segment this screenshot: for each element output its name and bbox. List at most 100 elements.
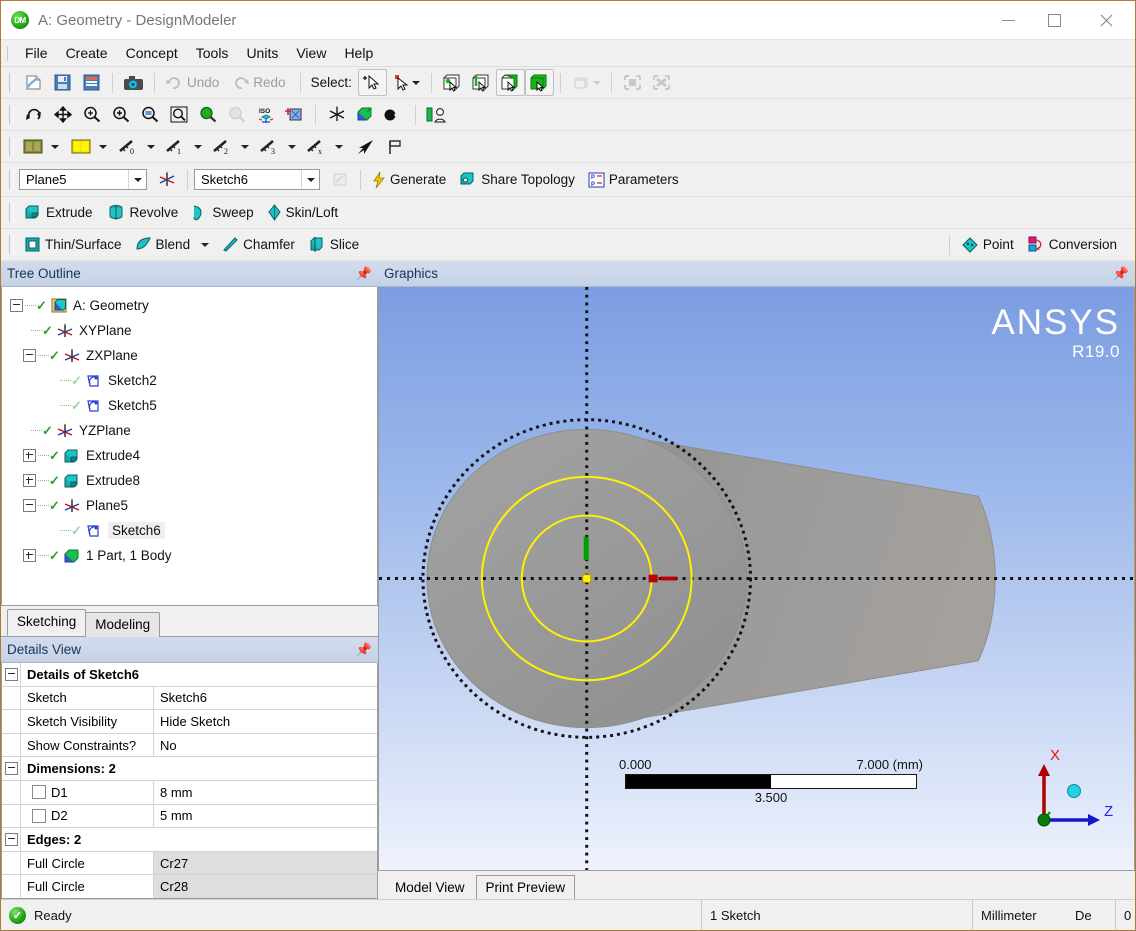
look-at-icon[interactable] <box>280 101 309 128</box>
details-row-show-constraints[interactable]: Show Constraints? No <box>2 734 377 758</box>
cross-section-icon[interactable] <box>422 101 451 128</box>
conversion-button[interactable]: Conversion <box>1022 233 1125 256</box>
maximize-button[interactable] <box>1031 1 1077 39</box>
details-group-dimensions[interactable]: Dimensions: 2 <box>2 757 377 781</box>
extend-selection-icon[interactable] <box>567 69 596 96</box>
menu-units[interactable]: Units <box>237 42 287 64</box>
menu-concept[interactable]: Concept <box>117 42 187 64</box>
minimize-button[interactable] <box>985 1 1031 39</box>
group-toggle[interactable] <box>2 663 21 686</box>
tree-toggle-icon[interactable] <box>23 549 36 562</box>
magnifier-grey-icon[interactable] <box>222 101 251 128</box>
toolbar-grip[interactable] <box>9 73 14 92</box>
tab-print-preview[interactable]: Print Preview <box>476 875 576 899</box>
group-toggle-edges[interactable] <box>2 828 21 851</box>
tree-toggle-icon[interactable] <box>23 449 36 462</box>
menu-file[interactable]: File <box>16 42 57 64</box>
details-value[interactable]: No <box>154 734 377 757</box>
undo-button[interactable]: Undo <box>161 72 227 93</box>
tree-item-sketch5[interactable]: ✓ Sketch5 <box>2 393 377 418</box>
tree-toggle-icon[interactable] <box>23 499 36 512</box>
skin-loft-button[interactable]: Skin/Loft <box>262 201 347 224</box>
select-body-icon[interactable] <box>525 69 554 96</box>
ruler-0-icon[interactable]: 0 <box>115 133 144 160</box>
share-topology-button[interactable]: Share Topology <box>454 168 583 191</box>
revolve-button[interactable]: Revolve <box>101 201 187 224</box>
zoom-in-icon[interactable] <box>106 101 135 128</box>
tab-modeling[interactable]: Modeling <box>85 612 160 637</box>
details-row-d1[interactable]: D1 8 mm <box>2 781 377 805</box>
plane-select[interactable]: Plane5 <box>19 169 147 190</box>
select-single-icon[interactable] <box>358 69 387 96</box>
toolbar-grip-view[interactable] <box>9 105 14 124</box>
tab-model-view[interactable]: Model View <box>386 876 474 899</box>
details-value[interactable]: Cr28 <box>154 875 377 898</box>
zoom-to-fit-icon[interactable] <box>164 101 193 128</box>
chevron-down-icon-2[interactable] <box>301 170 319 189</box>
details-group-header[interactable]: Details of Sketch6 <box>2 663 377 687</box>
rotate-icon[interactable] <box>19 101 48 128</box>
group-toggle-dimensions[interactable] <box>2 757 21 780</box>
tree-outline[interactable]: ✓ A: Geometry ✓ XYPlane <box>1 287 378 606</box>
point-button[interactable]: Point <box>956 233 1022 256</box>
new-icon[interactable] <box>19 69 48 96</box>
chamfer-button[interactable]: Chamfer <box>217 233 303 256</box>
graphics-viewport[interactable]: ANSYS R19.0 0.000 7.000 (mm) 3.500 <box>378 287 1135 871</box>
select-mode-dropdown-icon[interactable] <box>387 69 416 96</box>
tree-item-sketch6[interactable]: ✓ Sketch6 <box>2 518 377 543</box>
thin-surface-button[interactable]: Thin/Surface <box>19 233 130 256</box>
redo-button[interactable]: Redo <box>227 72 293 93</box>
pin-icon[interactable]: 📌 <box>356 266 372 282</box>
select-edge-icon[interactable] <box>467 69 496 96</box>
tree-item-extrude8[interactable]: ✓ Extrude8 <box>2 468 377 493</box>
display-plane-yellow-icon[interactable] <box>67 133 96 160</box>
ruler-2-icon[interactable]: 2 <box>209 133 238 160</box>
details-value-d2[interactable]: 5 mm <box>154 805 377 828</box>
pan-icon[interactable] <box>48 101 77 128</box>
menu-help[interactable]: Help <box>335 42 382 64</box>
tree-toggle-icon[interactable] <box>23 474 36 487</box>
pin-icon-graphics[interactable]: 📌 <box>1113 266 1129 282</box>
select-face-icon[interactable] <box>496 69 525 96</box>
sketch-origin-marker[interactable] <box>583 575 591 583</box>
ruler-3-icon[interactable]: 3 <box>256 133 285 160</box>
details-value[interactable]: Cr27 <box>154 852 377 875</box>
details-row-sketch[interactable]: Sketch Sketch6 <box>2 687 377 711</box>
toolbar-grip-planes[interactable] <box>9 137 14 156</box>
ruler-x-icon[interactable]: x <box>303 133 332 160</box>
display-plane-olive-icon[interactable] <box>19 133 48 160</box>
tree-item-sketch2[interactable]: ✓ Sketch2 <box>2 368 377 393</box>
plane-icon[interactable] <box>322 101 351 128</box>
zoom-icon[interactable] <box>77 101 106 128</box>
extrude-button[interactable]: Extrude <box>19 201 101 224</box>
details-row-edge-2[interactable]: Full Circle Cr28 <box>2 875 377 898</box>
close-button[interactable] <box>1077 1 1135 39</box>
tree-item-xyplane[interactable]: ✓ XYPlane <box>2 318 377 343</box>
details-group-edges[interactable]: Edges: 2 <box>2 828 377 852</box>
tab-sketching[interactable]: Sketching <box>7 609 86 636</box>
tree-toggle-icon[interactable] <box>10 299 23 312</box>
tree-item-extrude4[interactable]: ✓ Extrude4 <box>2 443 377 468</box>
sketch-projection-icon[interactable] <box>351 133 380 160</box>
menu-view[interactable]: View <box>287 42 335 64</box>
chevron-down-icon[interactable] <box>128 170 146 189</box>
box-select-icon[interactable] <box>618 69 647 96</box>
blend-button[interactable]: Blend <box>130 233 218 256</box>
body-icon[interactable] <box>351 101 380 128</box>
details-value-d1[interactable]: 8 mm <box>154 781 377 804</box>
box-deselect-icon[interactable] <box>647 69 676 96</box>
camera-icon[interactable] <box>119 69 148 96</box>
tree-item-part-body[interactable]: ✓ 1 Part, 1 Body <box>2 543 377 568</box>
toolbar-grip-modify[interactable] <box>9 235 14 254</box>
iso-view-icon[interactable]: ISO <box>251 101 280 128</box>
slice-button[interactable]: Slice <box>303 233 367 256</box>
details-value[interactable]: Sketch6 <box>154 687 377 710</box>
tree-item-yzplane[interactable]: ✓ YZPlane <box>2 418 377 443</box>
blend-caret-icon[interactable] <box>201 243 209 247</box>
tree-item-geometry[interactable]: ✓ A: Geometry <box>2 293 377 318</box>
parameters-button[interactable]: PP Parameters <box>583 169 687 191</box>
sweep-button[interactable]: Sweep <box>186 201 261 224</box>
menu-tools[interactable]: Tools <box>187 42 238 64</box>
details-row-d2[interactable]: D2 5 mm <box>2 805 377 829</box>
toolbar-grip-sketch[interactable] <box>9 170 14 189</box>
